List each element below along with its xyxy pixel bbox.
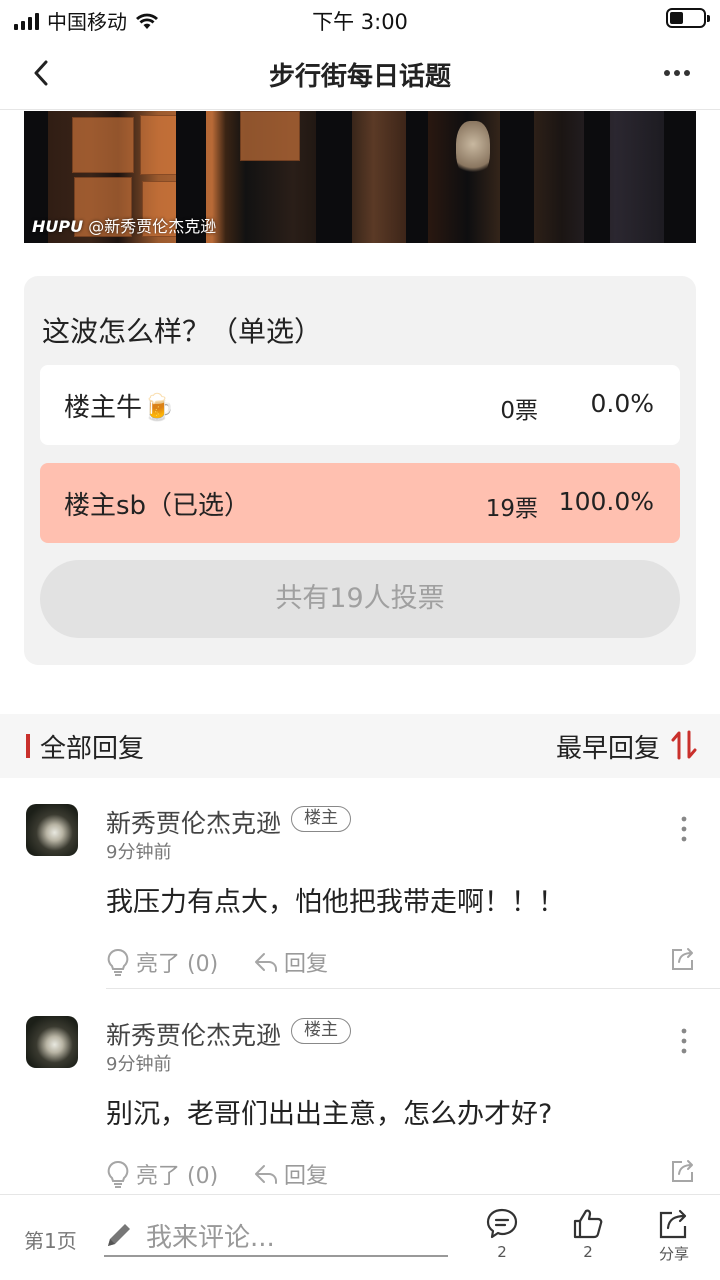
watermark-brand: HUPU	[32, 217, 84, 236]
share-comment-button[interactable]	[670, 1158, 696, 1184]
comment-bubble-icon	[486, 1208, 518, 1239]
light-label: 亮了 (0)	[136, 1164, 219, 1189]
comments-button[interactable]: 2	[472, 1207, 532, 1271]
poll-option-label: 楼主牛🍺	[64, 393, 175, 423]
page-title: 步行街每日话题	[268, 62, 451, 92]
light-button[interactable]: 亮了 (0)	[106, 1158, 218, 1190]
comment-count: 2	[497, 1243, 507, 1261]
poll-option-votes: 0票	[500, 398, 538, 424]
poll-option-label: 楼主sb（已选）	[64, 491, 251, 521]
poll-question: 这波怎么样？（单选）	[42, 315, 323, 348]
mouse-photo-subject	[456, 121, 490, 179]
comment-author[interactable]: 新秀贾伦杰克逊	[106, 1016, 281, 1052]
sort-icon[interactable]	[670, 730, 698, 760]
reply-label: 回复	[284, 1164, 329, 1189]
replies-header: 全部回复 最早回复	[0, 714, 720, 778]
poll-option-percent: 100.0%	[558, 487, 654, 516]
share-icon	[672, 1160, 693, 1182]
light-label: 亮了 (0)	[136, 952, 219, 977]
watermark-user: @新秀贾伦杰克逊	[88, 217, 217, 236]
post-image[interactable]: HUPU @新秀贾伦杰克逊	[24, 111, 696, 243]
like-count: 2	[583, 1243, 593, 1261]
nav-bar: 步行街每日话题	[0, 36, 720, 110]
share-icon	[672, 948, 693, 970]
op-badge: 楼主	[291, 806, 351, 832]
lightbulb-icon	[107, 948, 129, 976]
poll-card: 这波怎么样？（单选） 楼主牛🍺 0票 0.0% 楼主sb（已选） 19票 100…	[24, 276, 696, 665]
poll-option-votes: 19票	[485, 496, 538, 522]
share-button[interactable]: 分享	[644, 1207, 704, 1271]
avatar[interactable]	[26, 804, 78, 856]
op-badge: 楼主	[291, 1018, 351, 1044]
more-options-button[interactable]	[660, 58, 694, 88]
poll-option-selected[interactable]: 楼主sb（已选） 19票 100.0%	[40, 463, 680, 543]
reply-button[interactable]: 回复	[254, 946, 328, 978]
reply-icon	[255, 953, 277, 972]
thumbs-up-icon	[573, 1209, 603, 1239]
battery-icon	[666, 8, 710, 28]
comment-time: 9分钟前	[106, 842, 172, 863]
like-button[interactable]: 2	[558, 1207, 618, 1271]
reply-label: 回复	[284, 952, 329, 977]
comment-author[interactable]: 新秀贾伦杰克逊	[106, 804, 281, 840]
poll-option[interactable]: 楼主牛🍺 0票 0.0%	[40, 365, 680, 445]
comment-time: 9分钟前	[106, 1054, 172, 1075]
light-button[interactable]: 亮了 (0)	[106, 946, 218, 978]
bottom-bar: 第1页 我来评论... 2 2 分享	[0, 1194, 720, 1280]
sort-button[interactable]: 最早回复	[556, 728, 660, 765]
comment-divider	[106, 988, 720, 989]
more-vertical-icon[interactable]	[680, 816, 688, 842]
share-comment-button[interactable]	[670, 946, 696, 972]
comment-placeholder: 我来评论...	[146, 1222, 275, 1253]
comment-input[interactable]: 我来评论...	[104, 1215, 448, 1257]
lightbulb-icon	[107, 1160, 129, 1188]
reply-button[interactable]: 回复	[254, 1158, 328, 1190]
status-bar: 中国移动 下午 3:00	[0, 0, 720, 36]
replies-title: 全部回复	[40, 734, 145, 764]
pencil-icon	[108, 1224, 130, 1246]
more-vertical-icon[interactable]	[680, 1028, 688, 1054]
reply-icon	[255, 1165, 277, 1184]
image-watermark: HUPU @新秀贾伦杰克逊	[32, 213, 216, 237]
comment-text: 我压力有点大，怕他把我带走啊！！！	[106, 887, 565, 918]
more-horizontal-icon	[664, 70, 690, 76]
page-indicator[interactable]: 第1页	[24, 1225, 77, 1254]
status-time: 下午 3:00	[312, 10, 408, 34]
comment-actions: 亮了 (0) 回复	[106, 946, 696, 980]
comment-actions: 亮了 (0) 回复	[106, 1158, 696, 1192]
poll-option-percent: 0.0%	[590, 389, 654, 418]
comment-item: 新秀贾伦杰克逊 楼主 9分钟前 别沉，老哥们出出主意，怎么办才好? 亮了 (0)…	[0, 1016, 720, 1196]
comment-text: 别沉，老哥们出出主意，怎么办才好?	[106, 1099, 553, 1130]
poll-total-button[interactable]: 共有19人投票	[40, 560, 680, 638]
section-accent	[26, 734, 30, 758]
comment-item: 新秀贾伦杰克逊 楼主 9分钟前 我压力有点大，怕他把我带走啊！！！ 亮了 (0)…	[0, 804, 720, 990]
share-icon	[659, 1209, 687, 1239]
avatar[interactable]	[26, 1016, 78, 1068]
share-label: 分享	[658, 1245, 689, 1263]
